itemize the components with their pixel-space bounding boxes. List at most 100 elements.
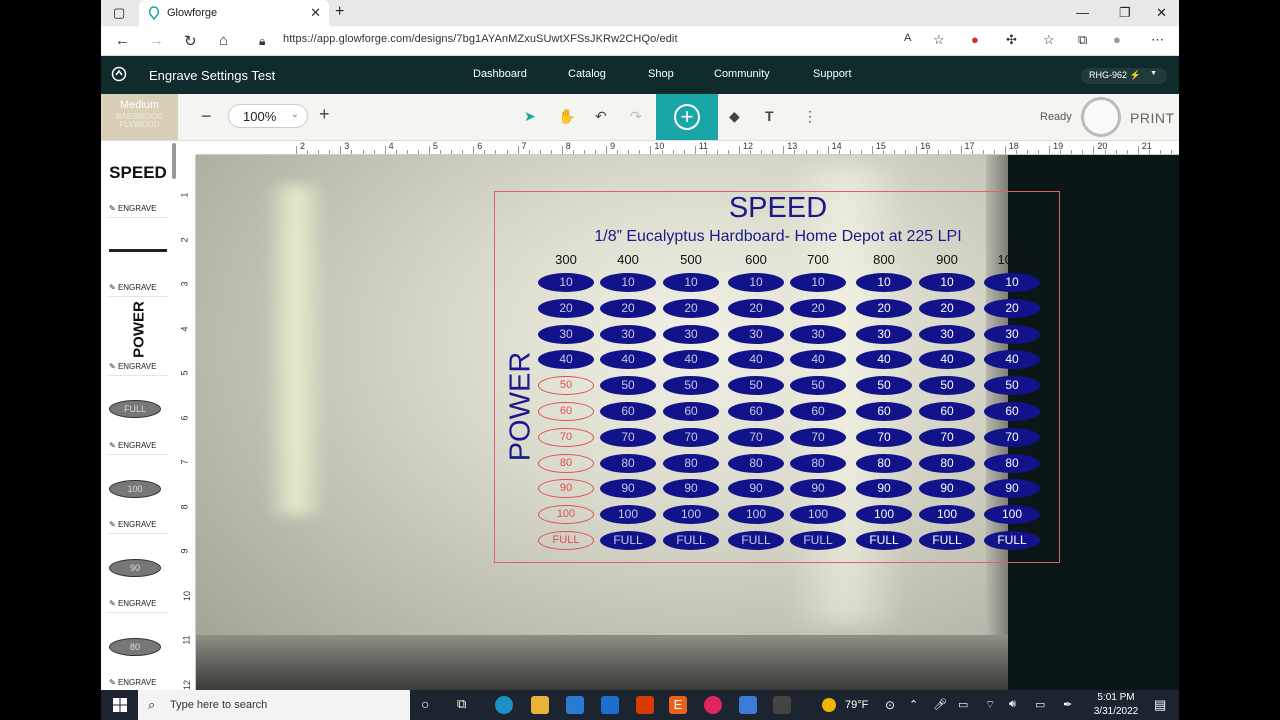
zoom-select[interactable]: 100% ⌄ xyxy=(228,104,308,128)
power-cell[interactable]: 80 xyxy=(919,453,975,473)
power-cell[interactable]: 50 xyxy=(728,376,784,396)
design-title[interactable]: Engrave Settings Test xyxy=(149,68,275,83)
power-cell[interactable]: 60 xyxy=(919,402,975,421)
power-cell[interactable]: 90 xyxy=(600,479,656,499)
power-cell[interactable]: 30 xyxy=(856,324,912,344)
video-editor-icon[interactable] xyxy=(739,696,757,714)
close-window-icon[interactable]: ✕ xyxy=(1156,5,1167,21)
power-cell[interactable]: 20 xyxy=(856,298,912,318)
material-selector[interactable]: Medium BASSWOOD PLYWOOD xyxy=(101,94,178,140)
power-cell[interactable]: 70 xyxy=(984,427,1040,447)
taskbar-search[interactable]: ⌕ Type here to search xyxy=(138,690,410,720)
step-action-subtitle[interactable]: ✎ ENGRAVE xyxy=(109,283,156,292)
file-explorer-icon[interactable] xyxy=(531,696,549,714)
power-cell[interactable]: 70 xyxy=(600,427,656,447)
zoom-in-button[interactable]: + xyxy=(319,104,330,125)
select-tool-icon[interactable]: ➤ xyxy=(524,108,536,125)
power-cell[interactable]: 20 xyxy=(728,298,784,318)
power-cell-outline[interactable]: 90 xyxy=(538,479,594,499)
favorite-icon[interactable]: ☆ xyxy=(933,32,945,48)
print-button[interactable] xyxy=(1081,97,1121,137)
power-cell[interactable]: 30 xyxy=(984,324,1040,344)
power-cell[interactable]: FULL xyxy=(919,531,975,550)
power-cell[interactable]: FULL xyxy=(790,531,846,550)
power-cell[interactable]: 30 xyxy=(790,324,846,344)
glowforge-logo-icon[interactable] xyxy=(111,66,127,84)
zoom-out-button[interactable]: − xyxy=(201,106,212,127)
power-cell[interactable]: 40 xyxy=(790,350,846,370)
thumb-subtitle-line[interactable] xyxy=(109,249,167,252)
power-cell[interactable]: 90 xyxy=(856,479,912,499)
power-cell[interactable]: 90 xyxy=(790,479,846,499)
power-cell[interactable]: 10 xyxy=(728,273,784,292)
task-view-icon[interactable]: ⧉ xyxy=(457,696,466,712)
favorites-icon[interactable]: ☆ xyxy=(1043,32,1055,48)
power-cell[interactable]: FULL xyxy=(663,531,719,550)
power-cell[interactable]: 10 xyxy=(790,273,846,292)
power-cell-outline[interactable]: 100 xyxy=(538,505,594,525)
home-icon[interactable]: ⌂ xyxy=(219,32,228,49)
text-tool-icon[interactable]: T xyxy=(765,108,774,124)
power-cell[interactable]: 20 xyxy=(790,298,846,318)
microphone-icon[interactable]: 🎤︎ xyxy=(933,698,947,711)
power-cell[interactable]: 60 xyxy=(984,402,1040,421)
office-icon[interactable] xyxy=(636,696,654,714)
thumb-power[interactable]: POWER xyxy=(131,300,148,360)
store-icon[interactable] xyxy=(566,696,584,714)
lock-icon[interactable]: 🔒︎ xyxy=(259,34,265,49)
power-cell[interactable]: 90 xyxy=(728,479,784,499)
weather-icon[interactable] xyxy=(822,698,836,712)
refresh-icon[interactable]: ↻ xyxy=(184,32,197,50)
power-cell-outline[interactable]: 50 xyxy=(538,376,594,396)
battery-icon[interactable]: ▭ xyxy=(1035,698,1045,711)
step-action-speed[interactable]: ✎ ENGRAVE xyxy=(109,204,156,213)
power-cell[interactable]: 10 xyxy=(663,273,719,292)
power-cell[interactable]: 10 xyxy=(538,273,594,292)
pan-tool-icon[interactable]: ✋ xyxy=(558,108,575,125)
tray-chevron-icon[interactable]: ⌃ xyxy=(909,698,918,711)
power-cell[interactable]: 60 xyxy=(790,402,846,421)
power-cell[interactable]: 80 xyxy=(790,453,846,473)
power-cell[interactable]: FULL xyxy=(856,531,912,550)
power-cell[interactable]: 50 xyxy=(984,376,1040,396)
design-artwork[interactable]: SPEED 1/8” Eucalyptus Hardboard- Home De… xyxy=(494,191,1060,563)
power-cell[interactable]: FULL xyxy=(984,531,1040,550)
power-cell[interactable]: 60 xyxy=(856,402,912,421)
power-cell[interactable]: 100 xyxy=(600,505,656,525)
thumb-100[interactable]: 100 xyxy=(109,480,161,498)
power-cell[interactable]: FULL xyxy=(728,531,784,550)
power-cell[interactable]: 40 xyxy=(538,350,594,370)
weather-temp[interactable]: 79°F xyxy=(845,699,868,711)
power-cell[interactable]: FULL xyxy=(600,531,656,550)
forward-icon[interactable]: → xyxy=(149,32,164,49)
new-tab-icon[interactable]: + xyxy=(335,3,344,21)
power-cell[interactable]: 40 xyxy=(856,350,912,370)
power-cell-outline[interactable]: 70 xyxy=(538,427,594,447)
power-cell[interactable]: 80 xyxy=(663,453,719,473)
profile-icon[interactable]: ● xyxy=(1113,32,1121,47)
extension-icon[interactable]: ● xyxy=(971,32,979,47)
power-cell[interactable]: 40 xyxy=(984,350,1040,370)
people-icon[interactable]: ⊙ xyxy=(885,698,895,712)
wifi-icon[interactable]: ⌔ xyxy=(985,698,995,712)
power-cell[interactable]: 30 xyxy=(728,324,784,344)
read-aloud-icon[interactable]: A xyxy=(904,32,911,44)
power-cell[interactable]: 10 xyxy=(919,273,975,292)
power-cell[interactable]: 100 xyxy=(984,505,1040,525)
more-tools-icon[interactable]: ⋮ xyxy=(803,108,817,125)
power-cell[interactable]: 90 xyxy=(663,479,719,499)
power-cell[interactable]: 80 xyxy=(728,453,784,473)
cortana-icon[interactable]: ○ xyxy=(421,696,429,712)
power-cell-outline[interactable]: 80 xyxy=(538,453,594,473)
step-action-power[interactable]: ✎ ENGRAVE xyxy=(109,362,156,371)
undo-icon[interactable]: ↶ xyxy=(595,108,607,125)
power-cell[interactable]: 50 xyxy=(790,376,846,396)
design-canvas[interactable]: SPEED 1/8” Eucalyptus Hardboard- Home De… xyxy=(196,155,1179,690)
power-cell[interactable]: 40 xyxy=(600,350,656,370)
nav-support[interactable]: Support xyxy=(813,68,852,80)
power-cell[interactable]: 90 xyxy=(984,479,1040,499)
power-cell-outline[interactable]: FULL xyxy=(538,531,594,550)
tab-actions-icon[interactable]: ▢ xyxy=(113,5,125,21)
power-cell[interactable]: 100 xyxy=(790,505,846,525)
power-cell[interactable]: 70 xyxy=(856,427,912,447)
